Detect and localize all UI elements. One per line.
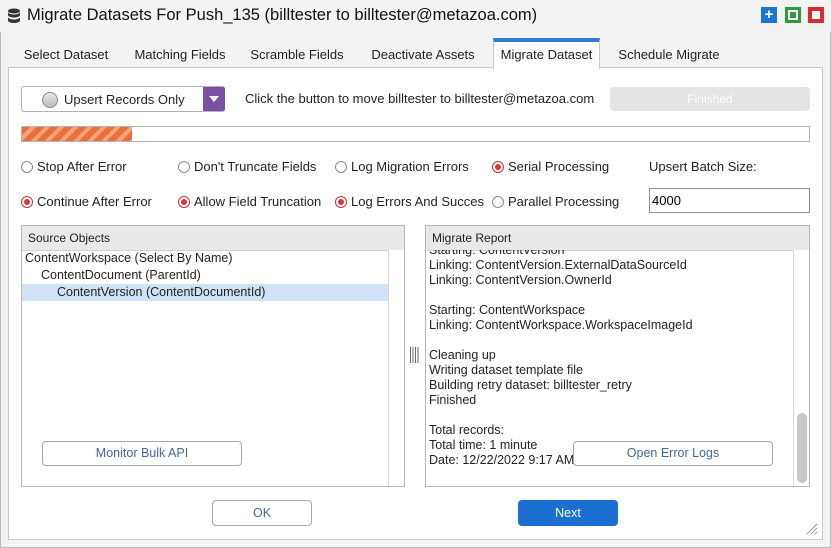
radio-icon xyxy=(21,161,33,173)
maximize-button[interactable] xyxy=(785,7,801,23)
report-line xyxy=(429,333,693,348)
source-objects-title: Source Objects xyxy=(22,226,404,251)
option-log-errors-and-success[interactable]: Log Errors And Succes xyxy=(335,194,484,210)
tab-bar: Select Dataset Matching Fields Scramble … xyxy=(8,38,823,69)
database-icon xyxy=(8,8,20,23)
radio-icon xyxy=(178,161,190,173)
batch-size-label: Upsert Batch Size: xyxy=(649,159,757,174)
close-button[interactable] xyxy=(808,7,824,23)
scrollbar-thumb[interactable] xyxy=(797,413,807,483)
report-line: Writing dataset template file xyxy=(429,363,584,377)
tab-schedule-migrate[interactable]: Schedule Migrate xyxy=(608,38,730,68)
open-error-logs-button[interactable]: Open Error Logs xyxy=(573,441,773,466)
tab-scramble-fields[interactable]: Scramble Fields xyxy=(242,38,352,68)
report-line: Linking: ContentWorkspace.WorkspaceImage… xyxy=(429,318,693,332)
tree-item-content-workspace[interactable]: ContentWorkspace (Select By Name) xyxy=(22,250,388,267)
report-line: Cleaning up xyxy=(429,348,496,362)
option-label: Allow Field Truncation xyxy=(194,194,322,209)
tree-item-content-version[interactable]: ContentVersion (ContentDocumentId) xyxy=(22,284,388,301)
radio-icon xyxy=(335,161,347,173)
option-label: Don't Truncate Fields xyxy=(194,159,317,174)
report-line xyxy=(429,288,693,303)
option-label: Stop After Error xyxy=(37,159,127,174)
ok-button[interactable]: OK xyxy=(212,500,312,526)
option-label: Parallel Processing xyxy=(508,194,620,209)
migrate-report-panel: Migrate Report Starting: ContentVersion … xyxy=(425,225,810,487)
option-label: Log Errors And Succes xyxy=(351,194,484,209)
tab-deactivate-assets[interactable]: Deactivate Assets xyxy=(360,38,486,68)
radio-icon xyxy=(335,196,347,208)
mode-select[interactable]: Upsert Records Only xyxy=(21,86,225,112)
option-parallel-processing[interactable]: Parallel Processing xyxy=(492,194,619,210)
report-line: Building retry dataset: billtester_retry xyxy=(429,378,632,392)
option-label: Log Migration Errors xyxy=(351,159,469,174)
record-mode-icon xyxy=(42,92,58,108)
option-serial-processing[interactable]: Serial Processing xyxy=(492,159,609,175)
migrate-progress-bar xyxy=(21,126,810,142)
window-title: Migrate Datasets For Push_135 (billteste… xyxy=(27,6,538,24)
panel-splitter-handle[interactable] xyxy=(409,347,419,363)
radio-icon xyxy=(178,196,190,208)
next-button[interactable]: Next xyxy=(518,500,618,526)
batch-size-input[interactable] xyxy=(649,188,810,213)
report-lines: Starting: ContentVersion Linking: Conten… xyxy=(429,250,693,468)
option-continue-after-error[interactable]: Continue After Error xyxy=(21,194,152,210)
radio-icon xyxy=(492,196,504,208)
square-outline-icon xyxy=(788,10,798,20)
report-line: Starting: ContentVersion xyxy=(429,250,565,257)
radio-icon xyxy=(492,161,504,173)
chevron-down-icon[interactable] xyxy=(203,87,225,111)
finished-button[interactable]: Finished xyxy=(610,87,810,111)
report-line: Linking: ContentVersion.ExternalDataSour… xyxy=(429,258,687,272)
option-log-migration-errors[interactable]: Log Migration Errors xyxy=(335,159,469,175)
monitor-bulk-api-button[interactable]: Monitor Bulk API xyxy=(42,441,242,466)
square-filled-icon xyxy=(812,11,820,19)
expand-button[interactable]: + xyxy=(761,7,777,23)
source-objects-panel: Source Objects ContentWorkspace (Select … xyxy=(21,225,405,487)
radio-icon xyxy=(21,196,33,208)
report-line: Total records: xyxy=(429,423,505,437)
resize-grip-icon[interactable] xyxy=(806,523,818,535)
source-objects-scrollbar[interactable] xyxy=(388,250,404,486)
title-bar: Migrate Datasets For Push_135 (billteste… xyxy=(0,0,831,32)
option-label: Serial Processing xyxy=(508,159,610,174)
report-line: Finished xyxy=(429,393,477,407)
report-line: Linking: ContentVersion.OwnerId xyxy=(429,273,612,287)
mode-select-value: Upsert Records Only xyxy=(64,92,185,107)
plus-icon: + xyxy=(764,6,774,23)
option-label: Continue After Error xyxy=(37,194,152,209)
report-line: Starting: ContentWorkspace xyxy=(429,303,586,317)
tree-item-content-document[interactable]: ContentDocument (ParentId) xyxy=(22,267,388,284)
option-dont-truncate-fields[interactable]: Don't Truncate Fields xyxy=(178,159,316,175)
option-stop-after-error[interactable]: Stop After Error xyxy=(21,159,127,175)
progress-fill xyxy=(22,127,133,141)
option-allow-field-truncation[interactable]: Allow Field Truncation xyxy=(178,194,321,210)
migrate-report-title: Migrate Report xyxy=(426,226,809,251)
tab-matching-fields[interactable]: Matching Fields xyxy=(126,38,234,68)
migrate-report-scrollbar[interactable] xyxy=(793,250,809,486)
tab-select-dataset[interactable]: Select Dataset xyxy=(14,38,118,68)
migrate-instructions: Click the button to move billtester to b… xyxy=(245,91,595,106)
tab-migrate-dataset[interactable]: Migrate Dataset xyxy=(493,38,600,69)
report-line xyxy=(429,408,693,423)
